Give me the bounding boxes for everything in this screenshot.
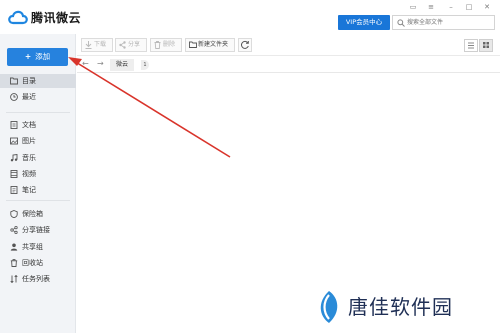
sidebar-item-folder[interactable]: 目录 [0, 74, 76, 88]
sidebar-item-share-link[interactable]: 分享链接 [0, 223, 76, 237]
sidebar-item-clock[interactable]: 最近 [0, 90, 76, 104]
close-icon[interactable]: ✕ [481, 2, 493, 12]
new-folder-label: 新建文件夹 [198, 41, 229, 48]
sidebar: + 添加 目录最近文档图片音乐视频笔记保险箱分享链接共享组回收站任务列表 [0, 34, 76, 333]
download-button[interactable]: 下载 [81, 38, 113, 52]
search-input[interactable] [407, 17, 493, 28]
share-icon [119, 41, 126, 49]
trash-icon [10, 259, 18, 267]
sidebar-divider [6, 112, 70, 113]
sidebar-item-label: 文档 [22, 121, 36, 129]
refresh-button[interactable] [238, 38, 252, 52]
sidebar-item-label: 共享组 [22, 242, 43, 251]
sidebar-item-label: 任务列表 [22, 275, 50, 284]
vip-center-button[interactable]: VIP会员中心 [338, 15, 390, 30]
sidebar-item-label: 保险箱 [22, 210, 43, 218]
list-view-icon [468, 42, 474, 49]
watermark-logo [320, 291, 338, 323]
sidebar-item-video[interactable]: 视频 [0, 167, 76, 181]
sidebar-item-label: 回收站 [22, 258, 43, 267]
sidebar-item-safe[interactable]: 保险箱 [0, 207, 76, 221]
share-label: 分享 [128, 41, 141, 48]
delete-label: 删除 [163, 41, 176, 48]
watermark: 唐佳软件园 [300, 280, 500, 333]
sidebar-divider [6, 200, 70, 201]
app-title: 腾讯微云 [31, 11, 82, 25]
sidebar-item-trash[interactable]: 回收站 [0, 256, 76, 270]
sidebar-item-label: 音乐 [22, 153, 36, 162]
video-icon [10, 169, 18, 178]
sidebar-item-task-list[interactable]: 任务列表 [0, 272, 76, 286]
new-folder-button[interactable]: 新建文件夹 [185, 38, 235, 52]
watermark-text: 唐佳软件园 [348, 295, 453, 319]
sidebar-item-group[interactable]: 共享组 [0, 240, 76, 254]
music-icon [10, 153, 18, 161]
sidebar-item-label: 视频 [22, 169, 36, 178]
refresh-icon [241, 40, 249, 49]
back-arrow-icon[interactable]: ← [82, 59, 89, 68]
toolbar: 下载 分享 删除 新建文件夹 [77, 34, 500, 56]
grid-view-button[interactable] [479, 39, 493, 52]
plus-icon: + [24, 52, 32, 61]
download-label: 下载 [94, 41, 107, 48]
maximize-icon[interactable]: □ [463, 2, 475, 12]
weiyun-logo [8, 10, 28, 25]
search-icon [397, 19, 405, 27]
sidebar-item-label: 分享链接 [22, 226, 50, 235]
sidebar-item-note[interactable]: 笔记 [0, 183, 76, 197]
breadcrumb-current[interactable]: 微云 [110, 59, 135, 71]
sidebar-item-label: 笔记 [22, 186, 36, 195]
note-icon [10, 186, 18, 195]
sidebar-item-music[interactable]: 音乐 [0, 151, 76, 165]
trash-icon [154, 41, 161, 49]
new-folder-icon [189, 41, 197, 48]
sidebar-item-label: 图片 [22, 137, 36, 146]
image-icon [10, 137, 18, 145]
document-icon [10, 121, 18, 129]
share-button[interactable]: 分享 [115, 38, 147, 52]
add-button[interactable]: + 添加 [7, 48, 68, 66]
group-icon [10, 243, 18, 251]
title-bar: 腾讯微云 ▭ ≡ – □ ✕ VIP会员中心 [0, 0, 500, 34]
minimize-icon[interactable]: – [445, 2, 457, 12]
safe-icon [10, 210, 18, 218]
folder-icon [10, 77, 18, 85]
menu-icon[interactable]: ≡ [425, 2, 437, 12]
breadcrumb: ← → 微云 1 [77, 57, 500, 73]
sidebar-item-document[interactable]: 文档 [0, 118, 76, 132]
search-box[interactable] [392, 15, 495, 30]
add-button-label: 添加 [35, 52, 51, 61]
list-view-button[interactable] [464, 39, 478, 52]
forward-arrow-icon[interactable]: → [97, 59, 104, 68]
share-link-icon [10, 226, 18, 235]
sidebar-item-label: 目录 [22, 77, 36, 85]
download-icon [85, 41, 92, 49]
sidebar-item-image[interactable]: 图片 [0, 134, 76, 148]
sidebar-item-label: 最近 [22, 93, 36, 102]
skin-icon[interactable]: ▭ [407, 2, 419, 12]
clock-icon [10, 93, 18, 102]
window-controls: ▭ ≡ – □ ✕ [407, 2, 497, 12]
task-list-icon [10, 275, 18, 284]
delete-button[interactable]: 删除 [150, 38, 182, 52]
breadcrumb-count: 1 [141, 60, 149, 70]
grid-view-icon [483, 42, 489, 48]
